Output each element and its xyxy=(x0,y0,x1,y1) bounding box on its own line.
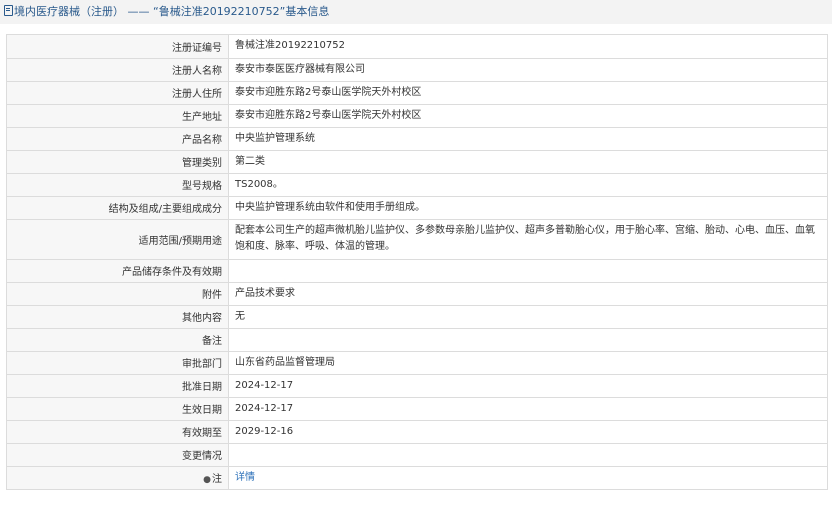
page-header: 境内医疗器械（注册） —— “鲁械注准20192210752”基本信息 xyxy=(0,0,832,24)
table-row: 注册人住所 泰安市迎胜东路2号泰山医学院天外村校区 xyxy=(7,80,827,105)
field-value: 鲁械注准20192210752 xyxy=(228,35,827,59)
field-label: 适用范围/预期用途 xyxy=(7,218,229,260)
field-label: 附件 xyxy=(7,281,229,306)
field-label: 注册证编号 xyxy=(7,35,229,59)
field-value xyxy=(228,327,827,352)
table-row: 有效期至 2029-12-16 xyxy=(7,419,827,444)
field-label: 变更情况 xyxy=(7,442,229,467)
table-row: 备注 xyxy=(7,327,827,352)
info-table-container: 注册证编号 鲁械注准20192210752 注册人名称 泰安市泰医医疗器械有限公… xyxy=(6,34,828,490)
field-value: 第二类 xyxy=(228,149,827,174)
table-row: 生效日期 2024-12-17 xyxy=(7,396,827,421)
table-row: 管理类别 第二类 xyxy=(7,149,827,174)
note-value-cell: 详情 xyxy=(228,465,827,489)
field-value: 2029-12-16 xyxy=(228,419,827,444)
table-row: 审批部门 山东省药品监督管理局 xyxy=(7,350,827,375)
field-label: 审批部门 xyxy=(7,350,229,375)
field-value: TS2008。 xyxy=(228,172,827,197)
field-label: 产品名称 xyxy=(7,126,229,151)
page-title: 境内医疗器械（注册） —— “鲁械注准20192210752”基本信息 xyxy=(14,5,330,18)
table-row-note: ●注 详情 xyxy=(7,465,827,489)
field-value: 泰安市泰医医疗器械有限公司 xyxy=(228,57,827,82)
field-label: 注册人住所 xyxy=(7,80,229,105)
table-row: 生产地址 泰安市迎胜东路2号泰山医学院天外村校区 xyxy=(7,103,827,128)
field-value: 泰安市迎胜东路2号泰山医学院天外村校区 xyxy=(228,103,827,128)
field-label: 结构及组成/主要组成成分 xyxy=(7,195,229,220)
lightbulb-icon: ● xyxy=(203,475,211,486)
field-value: 中央监护管理系统由软件和使用手册组成。 xyxy=(228,195,827,220)
details-link[interactable]: 详情 xyxy=(235,472,255,483)
document-icon xyxy=(4,5,13,16)
field-value: 2024-12-17 xyxy=(228,396,827,421)
table-row: 结构及组成/主要组成成分 中央监护管理系统由软件和使用手册组成。 xyxy=(7,195,827,220)
table-row: 变更情况 xyxy=(7,442,827,467)
field-label: 管理类别 xyxy=(7,149,229,174)
field-value: 2024-12-17 xyxy=(228,373,827,398)
table-row: 型号规格 TS2008。 xyxy=(7,172,827,197)
table-row: 产品储存条件及有效期 xyxy=(7,258,827,283)
field-label: 批准日期 xyxy=(7,373,229,398)
field-value xyxy=(228,442,827,467)
field-value: 中央监护管理系统 xyxy=(228,126,827,151)
note-label-cell: ●注 xyxy=(7,465,229,489)
field-value: 产品技术要求 xyxy=(228,281,827,306)
field-label: 生产地址 xyxy=(7,103,229,128)
table-row: 批准日期 2024-12-17 xyxy=(7,373,827,398)
table-row: 产品名称 中央监护管理系统 xyxy=(7,126,827,151)
field-value: 山东省药品监督管理局 xyxy=(228,350,827,375)
note-label: 注 xyxy=(212,474,222,486)
table-row: 其他内容 无 xyxy=(7,304,827,329)
field-label: 其他内容 xyxy=(7,304,229,329)
field-value: 无 xyxy=(228,304,827,329)
field-label: 产品储存条件及有效期 xyxy=(7,258,229,283)
field-value: 配套本公司生产的超声微机胎儿监护仪、多参数母亲胎儿监护仪、超声多普勒胎心仪，用于… xyxy=(228,218,827,260)
table-row: 适用范围/预期用途 配套本公司生产的超声微机胎儿监护仪、多参数母亲胎儿监护仪、超… xyxy=(7,218,827,260)
field-label: 有效期至 xyxy=(7,419,229,444)
field-value xyxy=(228,258,827,283)
field-value: 泰安市迎胜东路2号泰山医学院天外村校区 xyxy=(228,80,827,105)
table-row: 注册证编号 鲁械注准20192210752 xyxy=(7,35,827,59)
field-label: 备注 xyxy=(7,327,229,352)
table-row: 附件 产品技术要求 xyxy=(7,281,827,306)
field-label: 型号规格 xyxy=(7,172,229,197)
info-table: 注册证编号 鲁械注准20192210752 注册人名称 泰安市泰医医疗器械有限公… xyxy=(7,35,827,489)
field-label: 生效日期 xyxy=(7,396,229,421)
table-row: 注册人名称 泰安市泰医医疗器械有限公司 xyxy=(7,57,827,82)
field-label: 注册人名称 xyxy=(7,57,229,82)
